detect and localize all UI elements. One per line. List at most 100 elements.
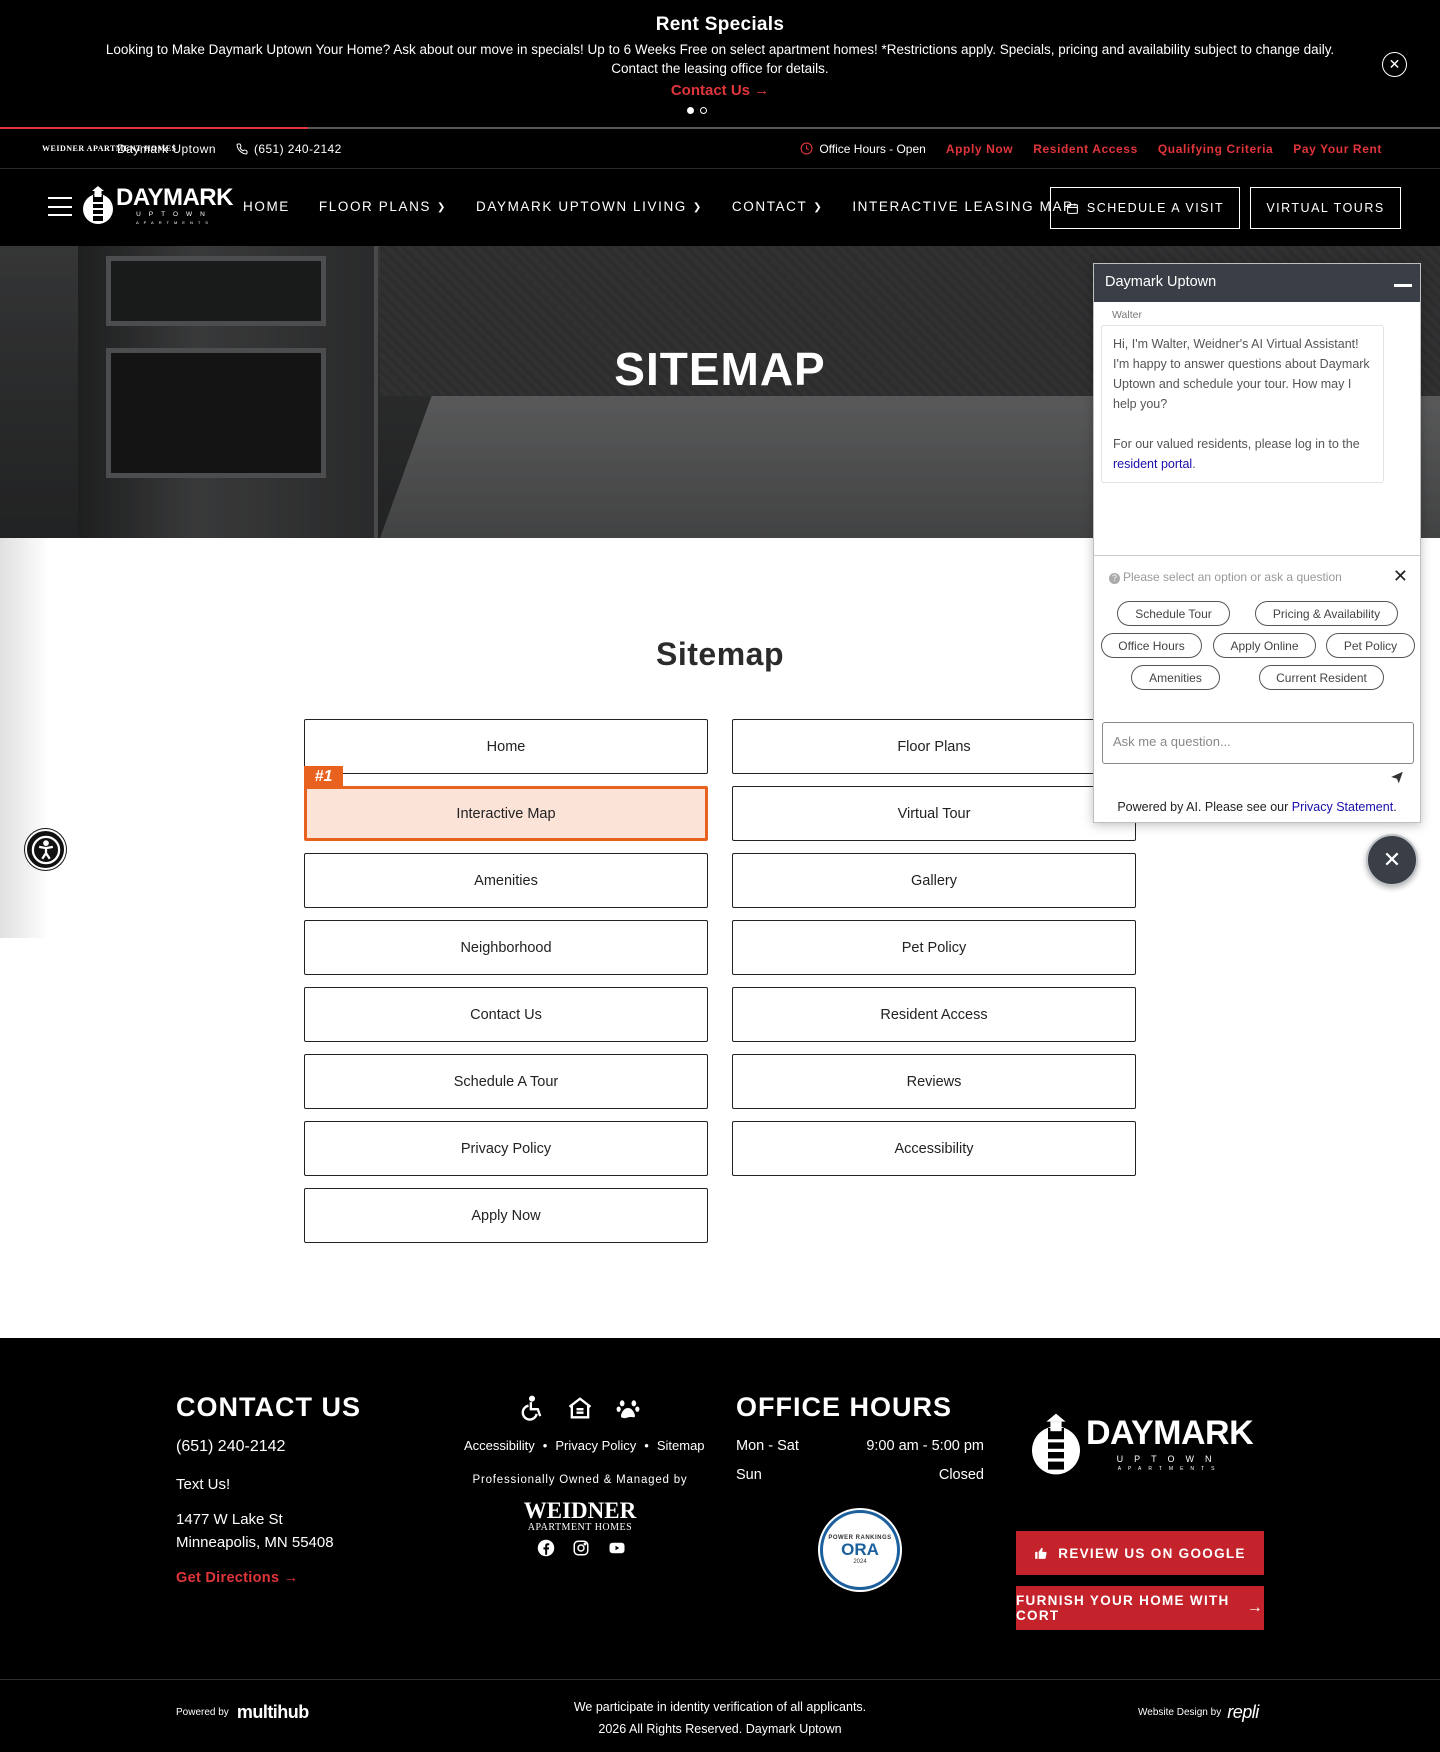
lighthouse-icon xyxy=(83,186,113,224)
resident-access-link[interactable]: Resident Access xyxy=(1033,142,1138,156)
nav-daymark-uptown-living[interactable]: DAYMARK UPTOWN LIVING ❯ xyxy=(476,199,703,214)
get-directions-link[interactable]: Get Directions → xyxy=(176,1570,298,1586)
sitemap-link-accessibility[interactable]: Accessibility xyxy=(732,1121,1136,1176)
nav-floor-plans[interactable]: FLOOR PLANS ❯ xyxy=(319,199,447,214)
nav-interactive-leasing-map[interactable]: INTERACTIVE LEASING MAP xyxy=(852,199,1073,214)
chat-option-office-hours[interactable]: Office Hours xyxy=(1101,633,1202,658)
sitemap-link-resident-access[interactable]: Resident Access xyxy=(732,987,1136,1042)
footer-phone[interactable]: (651) 240-2142 xyxy=(176,1438,285,1456)
cort-button[interactable]: FURNISH YOUR HOME WITH CORT → xyxy=(1016,1586,1264,1630)
weidner-footer-logo[interactable]: WEIDNER APARTMENT HOMES xyxy=(518,1498,642,1533)
sitemap-link-schedule-tour[interactable]: Schedule A Tour xyxy=(304,1054,708,1109)
sitemap-link-privacy-policy[interactable]: Privacy Policy xyxy=(304,1121,708,1176)
office-hours-status: Office Hours - Open xyxy=(800,142,926,156)
close-icon[interactable]: ✕ xyxy=(1393,566,1408,587)
chat-footer-period: . xyxy=(1393,800,1397,814)
footer-bullet: • xyxy=(644,1438,649,1453)
close-icon[interactable]: ✕ xyxy=(1382,52,1407,77)
review-google-button[interactable]: REVIEW US ON GOOGLE xyxy=(1016,1531,1264,1575)
footer-link-privacy-policy[interactable]: Privacy Policy xyxy=(555,1438,636,1453)
send-icon[interactable] xyxy=(1390,770,1404,787)
sitemap-link-virtual-tour[interactable]: Virtual Tour xyxy=(732,786,1136,841)
logo-wordmark: DAYMARK xyxy=(116,183,233,211)
apply-now-link[interactable]: Apply Now xyxy=(946,142,1013,156)
hamburger-menu-icon[interactable] xyxy=(48,197,72,216)
utility-bar: WEIDNER APARTMENT HOMES Daymark Uptown (… xyxy=(0,129,1440,169)
virtual-tours-button[interactable]: VIRTUAL TOURS xyxy=(1250,187,1401,229)
pay-rent-link[interactable]: Pay Your Rent xyxy=(1293,142,1382,156)
chevron-down-icon: ❯ xyxy=(813,202,824,213)
sitemap-link-reviews[interactable]: Reviews xyxy=(732,1054,1136,1109)
website-design-by[interactable]: Website Design by repli xyxy=(1138,1702,1259,1723)
footer-link-accessibility[interactable]: Accessibility xyxy=(464,1438,535,1453)
sitemap-link-contact-us[interactable]: Contact Us xyxy=(304,987,708,1042)
footer: CONTACT US (651) 240-2142 Text Us! 1477 … xyxy=(0,1338,1440,1752)
nav-contact[interactable]: CONTACT ❯ xyxy=(732,199,823,214)
hours-time: 9:00 am - 5:00 pm xyxy=(866,1438,984,1454)
chat-options-panel: ? Please select an option or ask a questi… xyxy=(1094,555,1420,695)
ora-badge-year: 2024 xyxy=(853,1559,867,1565)
announcement-contact-link[interactable]: Contact Us → xyxy=(671,82,769,99)
chat-close-fab-icon[interactable]: ✕ xyxy=(1366,834,1418,886)
hours-day: Mon - Sat xyxy=(736,1438,799,1454)
design-by-text: Website Design by xyxy=(1138,1707,1222,1718)
sitemap-link-pet-policy[interactable]: Pet Policy xyxy=(732,920,1136,975)
chat-option-amenities[interactable]: Amenities xyxy=(1131,665,1220,690)
sitemap-link-interactive-map[interactable]: Interactive Map xyxy=(304,786,708,841)
chevron-down-icon: ❯ xyxy=(437,202,448,213)
daymark-logo[interactable]: DAYMARK UPTOWN APARTMENTS xyxy=(82,185,233,225)
carousel-dot-1[interactable] xyxy=(687,107,694,114)
weidner-subtitle: APARTMENT HOMES xyxy=(527,1522,633,1533)
review-google-label: REVIEW US ON GOOGLE xyxy=(1058,1545,1246,1561)
header-phone[interactable]: (651) 240-2142 xyxy=(236,142,342,156)
accessibility-widget-icon[interactable] xyxy=(25,829,66,870)
footer-address-line2: Minneapolis, MN 55408 xyxy=(176,1534,334,1551)
nav-living-label: DAYMARK UPTOWN LIVING xyxy=(476,199,687,214)
nav-contact-label: CONTACT xyxy=(731,199,808,214)
resident-portal-link[interactable]: resident portal xyxy=(1113,457,1192,471)
footer-bullet: • xyxy=(542,1438,548,1453)
minimize-icon[interactable] xyxy=(1394,284,1412,287)
chat-option-pricing[interactable]: Pricing & Availability xyxy=(1255,601,1398,626)
instagram-icon[interactable] xyxy=(572,1539,590,1557)
qualifying-criteria-link[interactable]: Qualifying Criteria xyxy=(1158,142,1273,156)
daymark-footer-logo[interactable]: DAYMARK UPTOWN APARTMENTS xyxy=(1030,1412,1254,1476)
chevron-down-icon: ❯ xyxy=(692,202,703,213)
footer-link-sitemap[interactable]: Sitemap xyxy=(657,1438,705,1453)
carousel-dots xyxy=(687,107,707,114)
hours-row: Mon - Sat 9:00 am - 5:00 pm xyxy=(736,1438,984,1454)
sitemap-link-home[interactable]: Home xyxy=(304,719,708,774)
youtube-icon[interactable] xyxy=(607,1539,627,1557)
social-links xyxy=(537,1539,627,1557)
chat-option-current-resident[interactable]: Current Resident xyxy=(1259,665,1384,690)
lighthouse-icon xyxy=(1032,1413,1080,1475)
sitemap-link-floor-plans[interactable]: Floor Plans xyxy=(732,719,1136,774)
nav-home[interactable]: HOME xyxy=(243,199,290,214)
carousel-dot-2[interactable] xyxy=(700,107,707,114)
facebook-icon[interactable] xyxy=(537,1539,555,1557)
chat-hint-text: Please select an option or ask a questio… xyxy=(1123,570,1342,584)
repli-logo: repli xyxy=(1227,1702,1259,1722)
privacy-statement-link[interactable]: Privacy Statement xyxy=(1292,800,1393,814)
chat-message: Hi, I'm Walter, Weidner's AI Virtual Ass… xyxy=(1101,325,1384,483)
footer-logo-wordmark: DAYMARK xyxy=(1086,1414,1254,1452)
chat-option-schedule-tour[interactable]: Schedule Tour xyxy=(1117,601,1230,626)
chat-option-pet-policy[interactable]: Pet Policy xyxy=(1326,633,1415,658)
footer-hours-title: OFFICE HOURS xyxy=(736,1392,953,1422)
sitemap-link-apply-now[interactable]: Apply Now xyxy=(304,1188,708,1243)
sitemap-link-gallery[interactable]: Gallery xyxy=(732,853,1136,908)
hours-day: Sun xyxy=(736,1467,762,1483)
chat-header-title: Daymark Uptown xyxy=(1105,274,1217,290)
chat-option-apply-online[interactable]: Apply Online xyxy=(1213,633,1316,658)
sitemap-link-neighborhood[interactable]: Neighborhood xyxy=(304,920,708,975)
weidner-wordmark: WEIDNER xyxy=(523,1498,637,1523)
sitemap-link-amenities[interactable]: Amenities xyxy=(304,853,708,908)
footer-links: Accessibility • Privacy Policy • Sitemap xyxy=(464,1438,705,1453)
chat-input[interactable]: Ask me a question... xyxy=(1102,722,1414,764)
logo-tagline: APARTMENTS xyxy=(136,219,213,225)
schedule-visit-label: SCHEDULE A VISIT xyxy=(1086,201,1225,215)
chat-footer-text: Powered by AI. Please see our xyxy=(1117,800,1292,814)
announcement-bar: Rent Specials Looking to Make Daymark Up… xyxy=(0,0,1440,128)
chat-footer: Powered by AI. Please see our Privacy St… xyxy=(1094,800,1420,814)
schedule-visit-button[interactable]: SCHEDULE A VISIT xyxy=(1050,187,1240,229)
